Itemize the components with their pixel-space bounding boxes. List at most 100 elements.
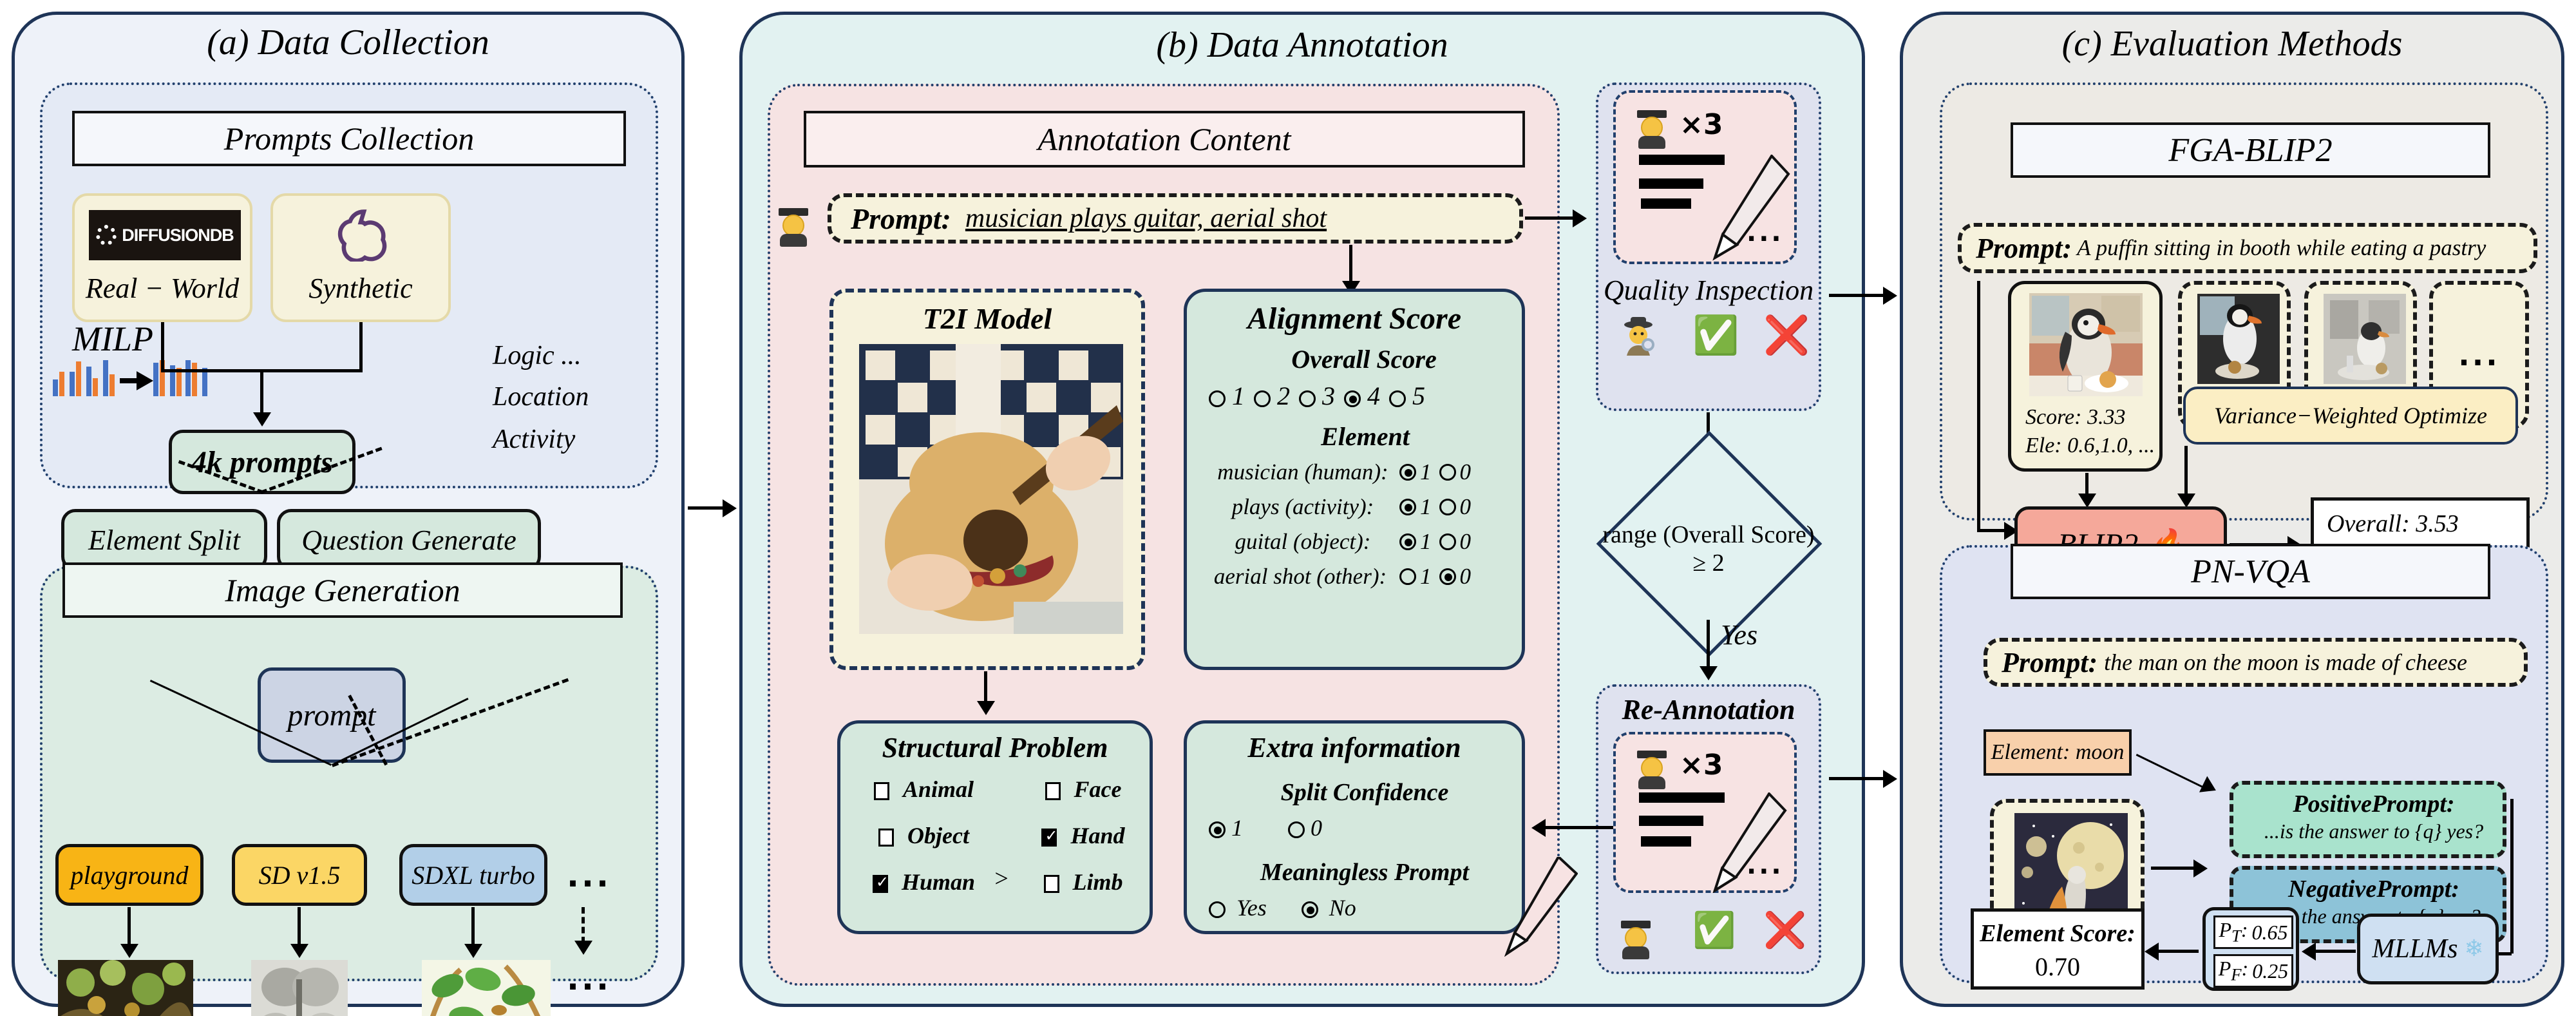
model-box-sdxl-turbo: SDXL turbo [399, 844, 547, 906]
radio-icon[interactable] [1299, 390, 1316, 407]
radio-icon[interactable] [1439, 533, 1456, 550]
model-label-sd15: SD v1.5 [258, 860, 341, 890]
arrow-down-icon [2078, 494, 2096, 508]
split-confidence-option-label: 1 [1231, 815, 1243, 841]
connector-line [1829, 294, 1887, 297]
structural-option-face[interactable]: Face [1019, 776, 1148, 803]
element-option-0: 0 [1459, 459, 1472, 484]
element-name: musician [1217, 459, 1299, 484]
mllms-label: MLLMs [2372, 934, 2458, 964]
connector-line [1525, 216, 1577, 220]
radio-icon-selected[interactable] [1399, 533, 1416, 550]
check-mark-icon[interactable]: ✅ [1692, 910, 1736, 951]
radio-icon-selected[interactable] [1399, 464, 1416, 481]
overall-score-option-4[interactable]: 4 [1344, 381, 1380, 411]
radio-icon[interactable] [1439, 464, 1456, 481]
structural-option-limb[interactable]: Limb [1019, 868, 1148, 896]
element-row[interactable]: aerial shot (other): 1 0 [1201, 564, 1522, 589]
connector-line [688, 506, 726, 510]
model-box-sd15: SD v1.5 [232, 844, 367, 906]
fga-main-sample-ele-line: Ele: 0.6,1.0, ... [2025, 434, 2155, 458]
element-option-1: 1 [1420, 494, 1432, 519]
meaningless-prompt-option-yes[interactable]: Yes [1209, 894, 1267, 921]
element-option-0: 0 [1459, 564, 1472, 589]
positive-prompt-text: ...is the answer to {q} yes? [2264, 820, 2484, 843]
pn-vqa-prompt-label: Prompt: [2002, 646, 2098, 678]
panel-c-title: (c) Evaluation Methods [2061, 24, 2403, 64]
extra-information-title: Extra information [1247, 732, 1461, 763]
prompts-collection-header-label: Prompts Collection [223, 120, 475, 157]
radio-icon-selected[interactable] [1301, 901, 1318, 918]
checkbox-icon[interactable] [1043, 875, 1059, 893]
puffin-booth-image [2029, 293, 2143, 396]
radio-icon[interactable] [1209, 390, 1226, 407]
fga-output-overall-label: Overall: [2327, 510, 2410, 537]
overall-score-option-5[interactable]: 5 [1389, 381, 1425, 411]
structural-option-animal[interactable]: Animal [855, 776, 993, 803]
positive-prompt-title: PositivePrompt: [2293, 791, 2455, 818]
radio-icon[interactable] [1209, 901, 1226, 918]
overall-score-option-2[interactable]: 2 [1254, 381, 1290, 411]
generated-image-playground [58, 960, 193, 1016]
checkbox-icon[interactable] [873, 782, 889, 800]
prob-false-box: PF: 0.25 [2213, 954, 2293, 988]
t2i-model-box: T2I Model [829, 289, 1145, 670]
arrow-down-icon [2177, 494, 2195, 508]
images-ellipsis: ... [567, 960, 611, 997]
radio-icon-selected[interactable] [1209, 821, 1226, 838]
arrow-down-icon [290, 944, 308, 958]
structural-option-object[interactable]: Object [855, 822, 993, 849]
connector-line [471, 907, 475, 947]
pn-vqa-header-label: PN-VQA [2191, 553, 2310, 590]
pn-vqa-prompt-box: Prompt: the man on the moon is made of c… [1984, 638, 2528, 687]
connector-line [2316, 950, 2356, 953]
structural-relation-symbol: > [993, 865, 1010, 892]
prob-true-sub: T [2231, 926, 2241, 946]
model-box-playground: playground [55, 844, 204, 906]
scholar-icon [1637, 742, 1671, 789]
fga-output-overall-value: 3.53 [2416, 510, 2459, 537]
arrow-left-icon [1531, 819, 1546, 837]
pencil-icon [1501, 854, 1578, 960]
scholar-icon [1621, 912, 1655, 959]
scholar-icon [1637, 102, 1671, 149]
radio-icon-selected[interactable] [1439, 568, 1456, 585]
overall-score-option-3[interactable]: 3 [1299, 381, 1335, 411]
cross-mark-icon[interactable]: ❌ [1763, 313, 1810, 358]
element-row[interactable]: plays (activity): 1 0 [1206, 494, 1522, 520]
structural-option-hand[interactable]: Hand [1019, 822, 1148, 849]
probabilities-box: PT: 0.65 PF: 0.25 [2202, 907, 2299, 991]
alignment-score-box: Alignment Score Overall Score 1 2 3 4 5 … [1184, 289, 1525, 670]
arrow-right-icon [1573, 209, 1587, 227]
arrow-down-icon [1700, 666, 1718, 680]
fga-main-score-value: 3.33 [2087, 405, 2126, 429]
meaningless-prompt-option-label: Yes [1236, 895, 1267, 921]
radio-icon[interactable] [1288, 821, 1305, 838]
check-mark-icon[interactable]: ✅ [1692, 313, 1739, 358]
connector-line [298, 907, 301, 947]
element-split-box: Element Split [61, 509, 267, 571]
radio-icon-selected[interactable] [1344, 390, 1361, 407]
radio-icon-selected[interactable] [1399, 499, 1416, 515]
overall-score-options[interactable]: 1 2 3 4 5 [1209, 381, 1522, 411]
overall-score-option-1[interactable]: 1 [1209, 381, 1245, 411]
element-row[interactable]: guital (object): 1 0 [1206, 529, 1522, 555]
checkbox-icon-checked[interactable] [1041, 827, 1058, 847]
connector-line [2151, 867, 2197, 870]
radio-icon[interactable] [1399, 568, 1416, 585]
cross-mark-icon[interactable]: ❌ [1763, 910, 1806, 951]
radio-icon[interactable] [1439, 499, 1456, 515]
split-confidence-option-1[interactable]: 1 [1209, 814, 1243, 841]
checkbox-icon[interactable] [878, 829, 895, 847]
element-row[interactable]: musician (human): 1 0 [1206, 459, 1522, 485]
element-option-1: 1 [1420, 529, 1432, 554]
checkbox-icon-checked[interactable] [872, 873, 889, 893]
radio-icon[interactable] [1254, 390, 1271, 407]
radio-icon[interactable] [1389, 390, 1406, 407]
structural-option-human[interactable]: Human [855, 868, 993, 896]
checkbox-icon[interactable] [1045, 782, 1061, 800]
annotation-content-header: Annotation Content [804, 111, 1525, 168]
split-confidence-option-0[interactable]: 0 [1288, 814, 1322, 841]
meaningless-prompt-option-no[interactable]: No [1301, 894, 1356, 921]
overall-option-label: 4 [1367, 381, 1380, 410]
